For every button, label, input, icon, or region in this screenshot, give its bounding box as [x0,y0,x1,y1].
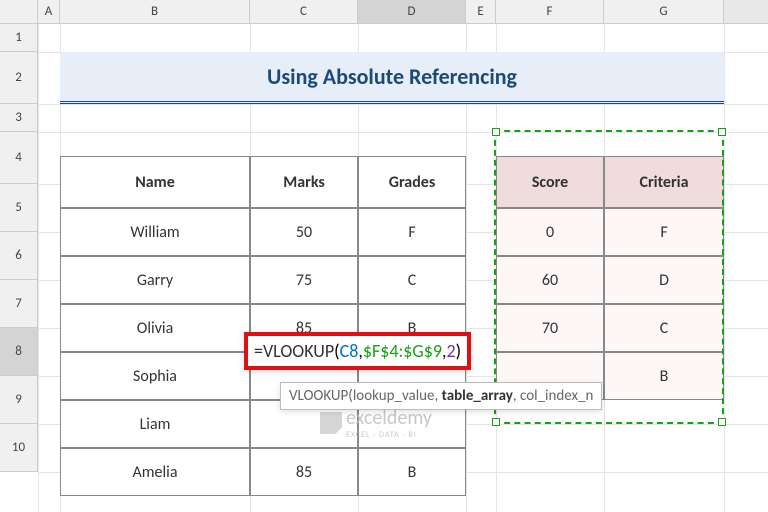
watermark: exceldemy EXCEL · DATA · BI [320,406,432,440]
col-header-G[interactable]: G [604,0,724,23]
formula-arg1: C8 [340,340,359,362]
row-header-7[interactable]: 7 [0,280,38,328]
watermark-subtext: EXCEL · DATA · BI [346,430,432,440]
row-header-1[interactable]: 1 [0,24,38,52]
table1-cell[interactable]: F [358,208,466,256]
row-header-2[interactable]: 2 [0,52,38,104]
table1-cell[interactable]: B [358,448,466,496]
table1-cell[interactable]: 50 [250,208,358,256]
row-header-4[interactable]: 4 [0,132,38,184]
col-header-D[interactable]: D [358,0,466,23]
spreadsheet: ABCDEFG 12345678910 Using Absolute Refer… [0,0,768,512]
watermark-logo-icon [320,412,342,434]
row-header-6[interactable]: 6 [0,232,38,280]
formula-arg3: 2 [447,340,456,362]
row-header-8[interactable]: 8 [0,328,38,376]
table1-cell[interactable]: 85 [250,448,358,496]
table1-cell[interactable]: C [358,256,466,304]
table2-header[interactable]: Score [496,156,604,208]
table1-cell[interactable]: 75 [250,256,358,304]
formula-function: VLOOKUP [263,340,334,362]
table2-cell[interactable]: B [604,352,724,400]
table2-cell[interactable]: D [604,256,724,304]
table2-cell[interactable]: 0 [496,208,604,256]
col-header-F[interactable]: F [496,0,604,23]
table2-cell[interactable]: F [604,208,724,256]
formula-tooltip: VLOOKUP(lookup_value, table_array, col_i… [280,382,602,410]
row-header-9[interactable]: 9 [0,376,38,424]
table1-cell[interactable]: Amelia [60,448,250,496]
col-header-corner[interactable] [0,0,38,23]
title-banner: Using Absolute Referencing [60,52,724,104]
table1-cell[interactable]: Garry [60,256,250,304]
row-header-3[interactable]: 3 [0,104,38,132]
table1-cell[interactable]: Sophia [60,352,250,400]
col-header-B[interactable]: B [60,0,250,23]
col-header-C[interactable]: C [250,0,358,23]
col-header-A[interactable]: A [38,0,60,23]
table2-cell[interactable]: C [604,304,724,352]
row-header-5[interactable]: 5 [0,184,38,232]
table1-cell[interactable]: Liam [60,400,250,448]
col-header-E[interactable]: E [466,0,496,23]
formula-equals: = [254,340,263,362]
table1-cell[interactable]: William [60,208,250,256]
table1-cell[interactable]: Olivia [60,304,250,352]
row-headers: 12345678910 [0,24,38,472]
table2-cell[interactable]: 60 [496,256,604,304]
column-headers: ABCDEFG [0,0,768,24]
row-header-10[interactable]: 10 [0,424,38,472]
table1-header[interactable]: Marks [250,156,358,208]
table1-header[interactable]: Name [60,156,250,208]
formula-input[interactable]: =VLOOKUP(C8,$F$4:$G$9,2) [244,332,471,370]
table1-header[interactable]: Grades [358,156,466,208]
formula-arg2: $F$4:$G$9 [363,340,442,362]
table2-header[interactable]: Criteria [604,156,724,208]
table2-cell[interactable]: 70 [496,304,604,352]
